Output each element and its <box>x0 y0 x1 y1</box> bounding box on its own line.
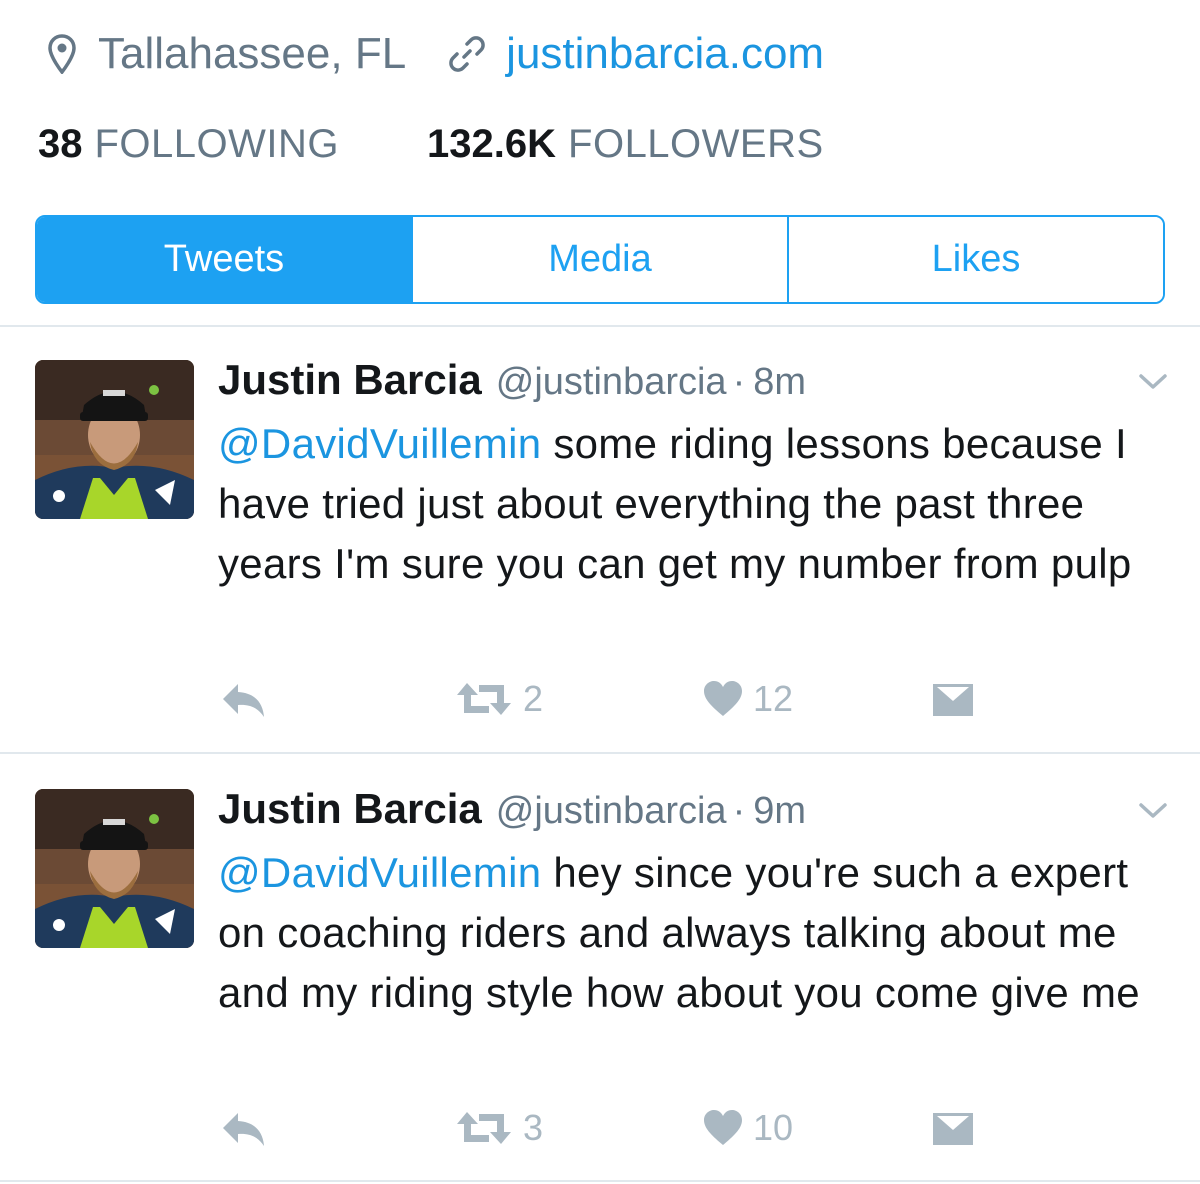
tweet-text: @DavidVuillemin some riding lessons beca… <box>218 414 1168 594</box>
retweet-count: 3 <box>523 1107 544 1148</box>
mention-link[interactable]: @DavidVuillemin <box>218 849 541 896</box>
reply-icon <box>220 1109 268 1149</box>
tab-media[interactable]: Media <box>411 217 787 302</box>
followers-count: 132.6K <box>427 121 557 166</box>
avatar[interactable] <box>35 360 194 519</box>
tweet-header: Justin Barcia @justinbarcia · 9m <box>218 785 806 833</box>
following-label: FOLLOWING <box>94 121 340 166</box>
location: Tallahassee, FL <box>48 29 406 79</box>
profile-stats: 38 FOLLOWING 132.6K FOLLOWERS <box>38 116 824 172</box>
tweet-time[interactable]: 8m <box>753 361 806 404</box>
followers-stat[interactable]: 132.6K FOLLOWERS <box>427 122 824 167</box>
tab-tweets[interactable]: Tweets <box>37 217 411 302</box>
tab-likes[interactable]: Likes <box>787 217 1163 302</box>
retweet-button[interactable]: 3 <box>455 1107 543 1149</box>
author-name[interactable]: Justin Barcia <box>218 356 482 404</box>
divider <box>0 325 1200 327</box>
chevron-down-icon[interactable] <box>1138 372 1168 397</box>
dm-button[interactable] <box>932 682 974 718</box>
author-name[interactable]: Justin Barcia <box>218 785 482 833</box>
divider <box>0 1180 1200 1182</box>
link-icon <box>448 35 486 73</box>
location-text: Tallahassee, FL <box>98 29 407 78</box>
profile-tabs: Tweets Media Likes <box>35 215 1165 304</box>
avatar[interactable] <box>35 789 194 948</box>
tweet-actions: 3 10 <box>0 1105 1200 1155</box>
heart-icon <box>703 680 743 718</box>
website-link[interactable]: justinbarcia.com <box>448 29 824 79</box>
map-pin-icon <box>48 34 76 74</box>
separator: · <box>732 790 746 832</box>
website-text[interactable]: justinbarcia.com <box>506 29 824 79</box>
dm-button[interactable] <box>932 1111 974 1147</box>
retweet-button[interactable]: 2 <box>455 678 543 720</box>
envelope-icon <box>932 1111 974 1147</box>
tweet-time[interactable]: 9m <box>753 790 806 833</box>
like-count: 12 <box>753 678 794 719</box>
following-stat[interactable]: 38 FOLLOWING <box>38 122 339 167</box>
author-handle[interactable]: @justinbarcia <box>496 790 727 833</box>
heart-icon <box>703 1109 743 1147</box>
envelope-icon <box>932 682 974 718</box>
tweet-text: @DavidVuillemin hey since you're such a … <box>218 843 1168 1023</box>
following-count: 38 <box>38 121 83 166</box>
chevron-down-icon[interactable] <box>1138 801 1168 826</box>
tweet-header: Justin Barcia @justinbarcia · 8m <box>218 356 806 404</box>
retweet-count: 2 <box>523 678 544 719</box>
reply-button[interactable] <box>220 680 268 720</box>
profile-meta: Tallahassee, FL justinbarcia.com <box>48 26 824 82</box>
separator: · <box>732 361 746 403</box>
retweet-icon <box>455 1108 513 1148</box>
like-button[interactable]: 10 <box>703 1107 793 1149</box>
mention-link[interactable]: @DavidVuillemin <box>218 420 541 467</box>
followers-label: FOLLOWERS <box>568 121 824 166</box>
author-handle[interactable]: @justinbarcia <box>496 361 727 404</box>
like-button[interactable]: 12 <box>703 678 793 720</box>
reply-button[interactable] <box>220 1109 268 1149</box>
reply-icon <box>220 680 268 720</box>
tweet-actions: 2 12 <box>0 676 1200 726</box>
retweet-icon <box>455 679 513 719</box>
divider <box>0 752 1200 754</box>
like-count: 10 <box>753 1107 794 1148</box>
